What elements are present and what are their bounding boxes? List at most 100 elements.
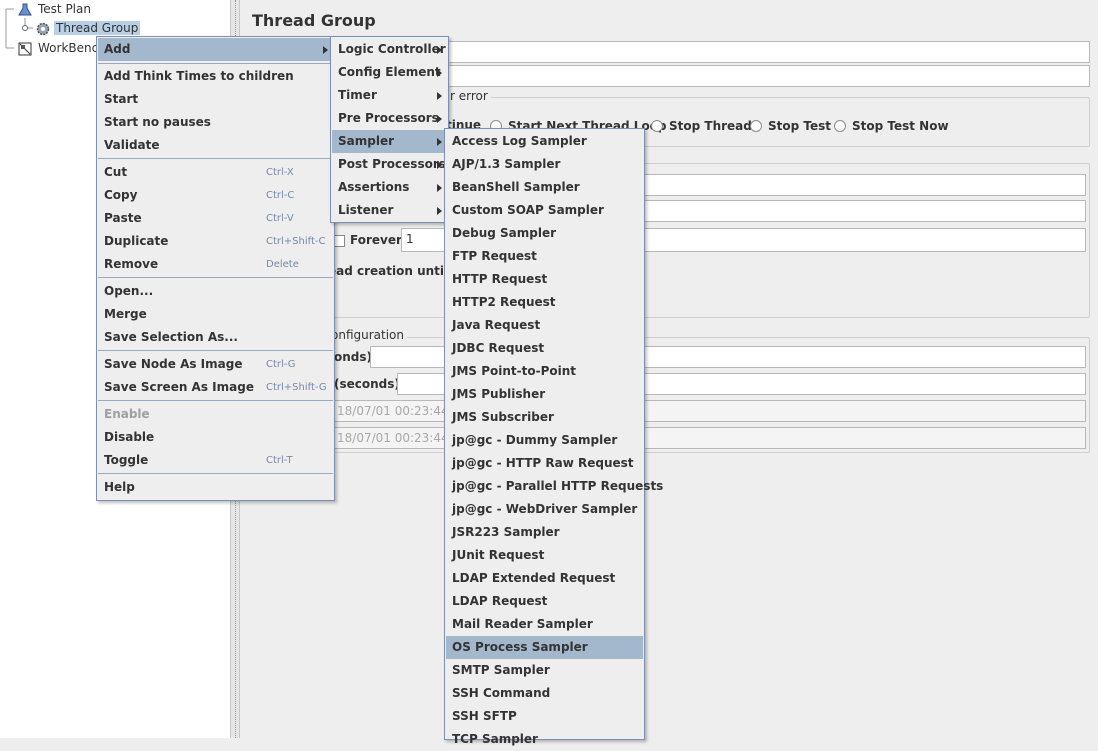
menu-item-ftp-request[interactable]: FTP Request xyxy=(446,245,643,268)
sampler-submenu: Access Log Sampler AJP/1.3 Sampler BeanS… xyxy=(444,128,663,746)
menu-item-label: Mail Reader Sampler xyxy=(452,617,593,631)
menu-item-config-element[interactable]: Config Element xyxy=(332,61,447,84)
menu-item-mail-reader-sampler[interactable]: Mail Reader Sampler xyxy=(446,613,643,636)
menu-item-sampler[interactable]: Sampler xyxy=(332,130,447,153)
menu-item-save-screen-as-image[interactable]: Save Screen As Image Ctrl+Shift-G xyxy=(98,376,333,399)
menu-item-label: Save Screen As Image xyxy=(104,380,254,394)
menu-item-dummy-sampler[interactable]: jp@gc - Dummy Sampler xyxy=(446,429,643,452)
on-error-label: r error xyxy=(447,89,491,103)
menu-item-smtp-sampler[interactable]: SMTP Sampler xyxy=(446,659,643,682)
number-of-threads-field[interactable] xyxy=(640,174,1086,196)
menu-item-parallel-http-requests[interactable]: jp@gc - Parallel HTTP Requests xyxy=(446,475,663,498)
menu-item-custom-soap-sampler[interactable]: Custom SOAP Sampler xyxy=(446,199,643,222)
menu-item-access-log-sampler[interactable]: Access Log Sampler xyxy=(446,130,643,153)
menu-item-label: Merge xyxy=(104,307,147,321)
menu-item-os-process-sampler[interactable]: OS Process Sampler xyxy=(446,636,643,659)
menu-item-label: Custom SOAP Sampler xyxy=(452,203,604,217)
tree-node-test-plan[interactable]: Test Plan xyxy=(18,0,93,18)
menu-item-label: Add xyxy=(104,42,131,56)
menu-item-jms-subscriber[interactable]: JMS Subscriber xyxy=(446,406,643,429)
page-title: Thread Group xyxy=(252,11,376,30)
radio-label: Stop Test Now xyxy=(852,119,949,133)
menu-item-logic-controller[interactable]: Logic Controller xyxy=(332,38,447,61)
menu-item-http-raw-request[interactable]: jp@gc - HTTP Raw Request xyxy=(446,452,643,475)
flask-icon xyxy=(18,3,32,17)
menu-item-help[interactable]: Help xyxy=(98,476,333,499)
submenu-arrow-icon xyxy=(437,207,442,215)
menu-item-post-processors[interactable]: Post Processors xyxy=(332,153,447,176)
menu-item-label: Java Request xyxy=(452,318,541,332)
menu-item-label: HTTP Request xyxy=(452,272,548,286)
menu-item-label: JDBC Request xyxy=(452,341,545,355)
menu-item-remove[interactable]: Remove Delete xyxy=(98,253,333,276)
menu-item-http-request[interactable]: HTTP Request xyxy=(446,268,643,291)
menu-item-label: AJP/1.3 Sampler xyxy=(452,157,561,171)
menu-item-duplicate[interactable]: Duplicate Ctrl+Shift-C xyxy=(98,230,333,253)
menu-item-label: Debug Sampler xyxy=(452,226,557,240)
menu-item-label: Open... xyxy=(104,284,154,298)
menu-item-label: OS Process Sampler xyxy=(452,640,588,654)
menu-item-label: Sampler xyxy=(338,134,395,148)
menu-item-cut[interactable]: Cut Ctrl-X xyxy=(98,161,333,184)
menu-item-listener[interactable]: Listener xyxy=(332,199,447,222)
stop-test-now-radio[interactable]: Stop Test Now xyxy=(834,119,949,133)
menu-item-toggle[interactable]: Toggle Ctrl-T xyxy=(98,449,333,472)
submenu-arrow-icon xyxy=(323,46,328,54)
menu-item-save-selection-as[interactable]: Save Selection As... xyxy=(98,326,333,349)
menu-item-timer[interactable]: Timer xyxy=(332,84,447,107)
menu-item-save-node-as-image[interactable]: Save Node As Image Ctrl-G xyxy=(98,353,333,376)
menu-item-disable[interactable]: Disable xyxy=(98,426,333,449)
menu-item-label: Start no pauses xyxy=(104,115,211,129)
menu-item-http2-request[interactable]: HTTP2 Request xyxy=(446,291,643,314)
menu-item-shortcut: Ctrl+Shift-G xyxy=(266,382,327,393)
menu-item-label: Disable xyxy=(104,430,155,444)
menu-item-debug-sampler[interactable]: Debug Sampler xyxy=(446,222,643,245)
menu-item-open[interactable]: Open... xyxy=(98,280,333,303)
scheduler-configuration-label: onfiguration xyxy=(328,328,408,342)
menu-item-label: JMS Publisher xyxy=(452,387,546,401)
menu-item-copy[interactable]: Copy Ctrl-C xyxy=(98,184,333,207)
stop-test-radio[interactable]: Stop Test xyxy=(750,119,831,133)
submenu-arrow-icon xyxy=(437,115,442,123)
menu-item-start[interactable]: Start xyxy=(98,88,333,111)
menu-item-java-request[interactable]: Java Request xyxy=(446,314,643,337)
menu-item-add-think-times[interactable]: Add Think Times to children xyxy=(98,65,333,88)
menu-item-tcp-sampler[interactable]: TCP Sampler xyxy=(446,728,643,751)
menu-item-label: jp@gc - Parallel HTTP Requests xyxy=(452,479,664,493)
menu-item-beanshell-sampler[interactable]: BeanShell Sampler xyxy=(446,176,643,199)
name-field[interactable] xyxy=(440,41,1090,63)
ramp-up-period-field[interactable] xyxy=(640,200,1086,222)
menu-item-label: TCP Sampler xyxy=(452,732,538,746)
menu-item-ldap-request[interactable]: LDAP Request xyxy=(446,590,643,613)
menu-item-pre-processors[interactable]: Pre Processors xyxy=(332,107,447,130)
menu-item-jms-publisher[interactable]: JMS Publisher xyxy=(446,383,643,406)
menu-item-jdbc-request[interactable]: JDBC Request xyxy=(446,337,643,360)
menu-item-label: Pre Processors xyxy=(338,111,439,125)
comments-field[interactable] xyxy=(440,65,1090,87)
menu-item-junit-request[interactable]: JUnit Request xyxy=(446,544,643,567)
menu-item-enable: Enable xyxy=(98,403,333,426)
stop-thread-radio[interactable]: Stop Thread xyxy=(651,119,752,133)
menu-item-shortcut: Ctrl-G xyxy=(266,359,296,370)
menu-item-ssh-command[interactable]: SSH Command xyxy=(446,682,643,705)
menu-item-label: LDAP Extended Request xyxy=(452,571,616,585)
menu-item-label: jp@gc - HTTP Raw Request xyxy=(452,456,634,470)
menu-item-label: Config Element xyxy=(338,65,441,79)
menu-item-start-no-pauses[interactable]: Start no pauses xyxy=(98,111,333,134)
menu-item-paste[interactable]: Paste Ctrl-V xyxy=(98,207,333,230)
menu-item-jms-point-to-point[interactable]: JMS Point-to-Point xyxy=(446,360,643,383)
menu-item-webdriver-sampler[interactable]: jp@gc - WebDriver Sampler xyxy=(446,498,643,521)
tree-node-thread-group[interactable]: Thread Group xyxy=(36,19,141,37)
menu-item-jsr223-sampler[interactable]: JSR223 Sampler xyxy=(446,521,643,544)
menu-item-validate[interactable]: Validate xyxy=(98,134,333,157)
menu-item-ajp-sampler[interactable]: AJP/1.3 Sampler xyxy=(446,153,643,176)
menu-item-ssh-sftp[interactable]: SSH SFTP xyxy=(446,705,643,728)
add-submenu: Logic Controller Config Element Timer Pr… xyxy=(330,36,449,223)
workbench-icon xyxy=(18,42,32,56)
menu-item-assertions[interactable]: Assertions xyxy=(332,176,447,199)
menu-item-ldap-extended-request[interactable]: LDAP Extended Request xyxy=(446,567,643,590)
tree-node-workbench[interactable]: WorkBench xyxy=(18,39,108,57)
menu-item-label: Copy xyxy=(104,188,138,202)
menu-item-merge[interactable]: Merge xyxy=(98,303,333,326)
menu-item-add[interactable]: Add xyxy=(98,38,333,61)
